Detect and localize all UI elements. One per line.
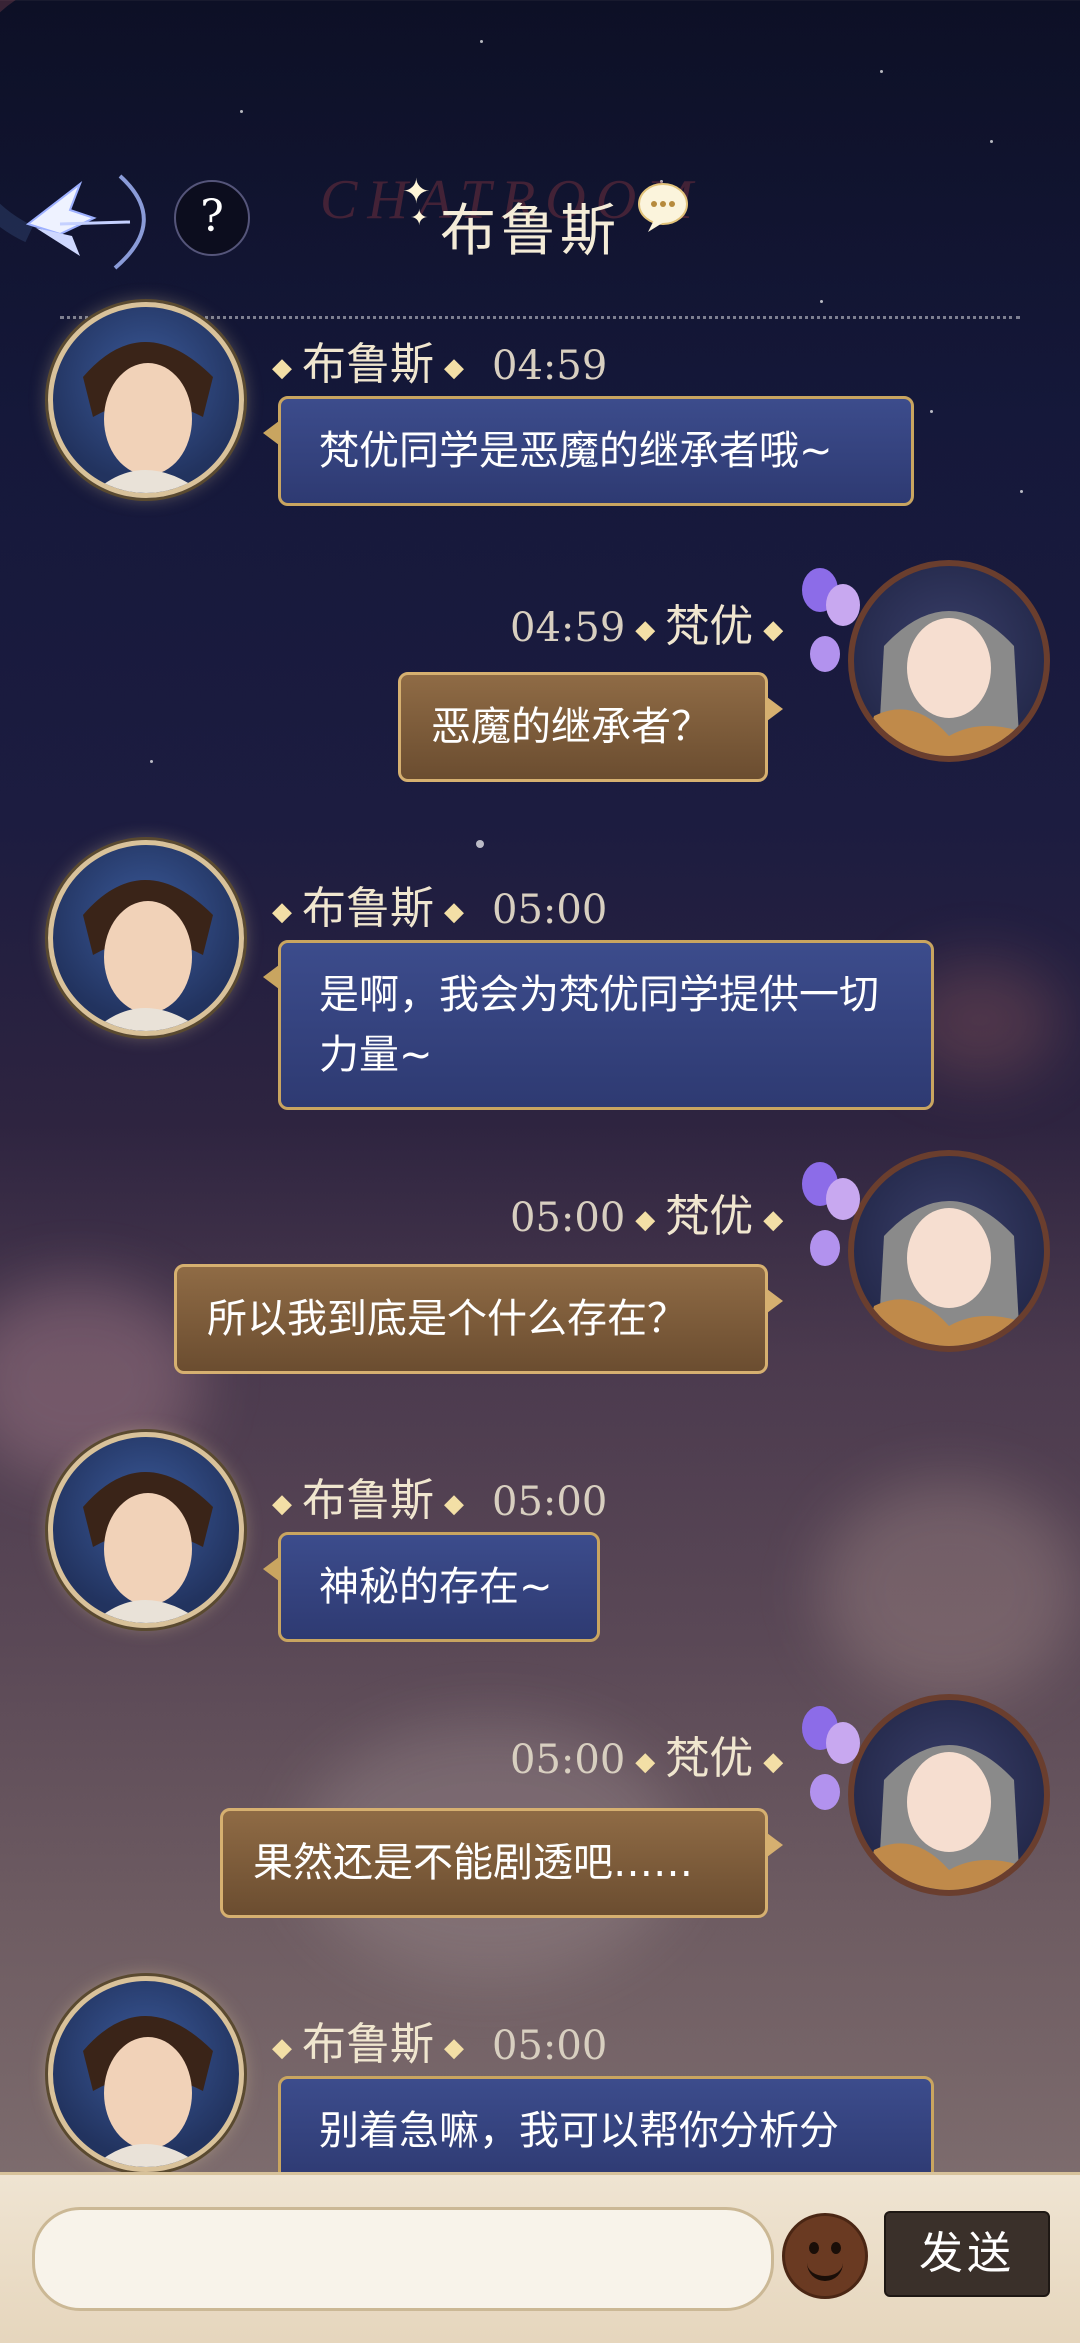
- sender-line: 05:00 ◆ 梵优 ◆: [510, 1733, 784, 1784]
- balloon-icon: [810, 636, 840, 672]
- balloon-icon: [826, 1178, 860, 1220]
- message-bubble: 恶魔的继承者？: [398, 672, 783, 782]
- sender-line: ◆ 布鲁斯 ◆ 05:00: [272, 1475, 608, 1526]
- balloon-icon: [826, 584, 860, 626]
- sender-name: 布鲁斯: [302, 2019, 434, 2070]
- avatar-bruce[interactable]: [48, 1976, 244, 2172]
- star: [480, 40, 483, 43]
- back-arrow-icon: [25, 174, 146, 270]
- avatar-bruce[interactable]: [48, 302, 244, 498]
- balloon-icon: [810, 1774, 840, 1810]
- sender-line: 04:59 ◆ 梵优 ◆: [510, 601, 784, 652]
- sender-name: 梵优: [665, 601, 754, 652]
- message-time: 04:59: [510, 605, 626, 651]
- message-time: 05:00: [510, 1195, 626, 1241]
- sender-name: 布鲁斯: [302, 1475, 434, 1526]
- avatar-bruce[interactable]: [48, 840, 244, 1036]
- star: [150, 760, 153, 763]
- help-button[interactable]: ?: [174, 180, 250, 256]
- message-time: 05:00: [510, 1737, 626, 1783]
- star: [820, 300, 823, 303]
- message-bubble: 果然还是不能剧透吧……: [220, 1808, 783, 1918]
- avatar-bruce[interactable]: [48, 1432, 244, 1628]
- sender-line: ◆ 布鲁斯 ◆ 04:59: [272, 339, 608, 390]
- balloon-icon: [826, 1722, 860, 1764]
- message-time: 04:59: [492, 343, 608, 389]
- message-time: 05:00: [492, 1479, 608, 1525]
- avatar-fanyou[interactable]: [848, 560, 1050, 762]
- message-bubble: 别着急嘛，我可以帮你分析分: [278, 2076, 934, 2186]
- page-title: 布鲁斯: [440, 199, 620, 264]
- chat-bubble-icon: [638, 183, 688, 232]
- sparkle-icon: ✦: [410, 206, 429, 231]
- header: ? CHATROOM ✦ ✦ 布鲁斯: [0, 150, 1080, 290]
- avatar-fanyou[interactable]: [848, 1694, 1050, 1896]
- star: [990, 140, 993, 143]
- message-bubble: 所以我到底是个什么存在？: [174, 1264, 783, 1374]
- smiley-emoji-icon[interactable]: [782, 2213, 868, 2299]
- back-button[interactable]: [20, 166, 160, 276]
- sender-name: 梵优: [665, 1191, 754, 1242]
- sender-line: ◆ 布鲁斯 ◆ 05:00: [272, 883, 608, 934]
- sender-line: ◆ 布鲁斯 ◆ 05:00: [272, 2019, 608, 2070]
- star: [476, 840, 484, 848]
- sender-name: 梵优: [665, 1733, 754, 1784]
- message-bubble: 是啊，我会为梵优同学提供一切力量~: [263, 940, 934, 1110]
- star: [880, 70, 883, 73]
- send-button[interactable]: 发送: [884, 2211, 1050, 2297]
- header-divider: [60, 316, 1020, 319]
- message-time: 05:00: [492, 887, 608, 933]
- star: [240, 110, 243, 113]
- message-bubble: 神秘的存在~: [263, 1532, 600, 1642]
- sender-name: 布鲁斯: [302, 339, 434, 390]
- message-time: 05:00: [492, 2023, 608, 2069]
- background-bokeh: [820, 1480, 1080, 1700]
- star: [1020, 490, 1023, 493]
- avatar-fanyou[interactable]: [848, 1150, 1050, 1352]
- balloon-icon: [810, 1230, 840, 1266]
- sender-line: 05:00 ◆ 梵优 ◆: [510, 1191, 784, 1242]
- message-bubble: 梵优同学是恶魔的继承者哦~: [263, 396, 914, 506]
- sender-name: 布鲁斯: [302, 883, 434, 934]
- star: [930, 410, 933, 413]
- message-input[interactable]: [32, 2207, 774, 2311]
- input-bar: 发送: [0, 2172, 1080, 2343]
